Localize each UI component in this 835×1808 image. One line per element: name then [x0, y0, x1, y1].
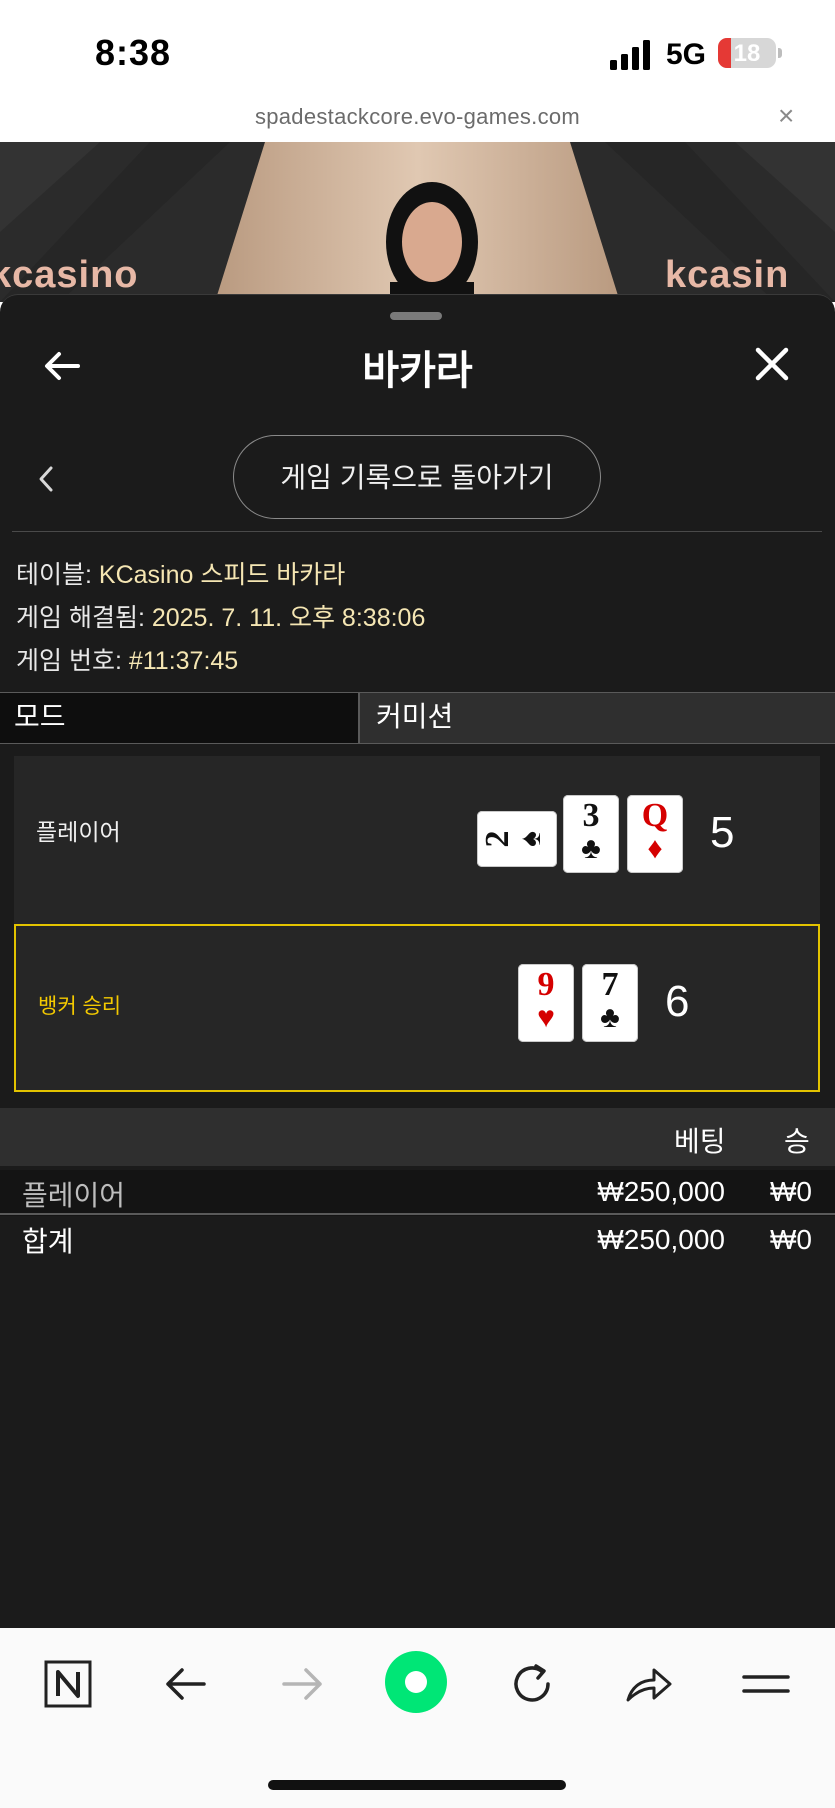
info-value: #11:37:45	[128, 647, 239, 675]
network-type: 5G	[666, 38, 707, 71]
club-icon: ♣	[600, 1001, 620, 1034]
n-logo-icon[interactable]	[44, 1660, 92, 1708]
diamond-icon: ♦	[647, 832, 663, 865]
card-rank: 7	[601, 966, 619, 1003]
banker-score: 6	[665, 977, 690, 1026]
total-bet: ₩250,000	[597, 1224, 725, 1255]
info-label: 테이블:	[16, 561, 99, 589]
signal-icon	[610, 40, 650, 70]
divider	[12, 531, 822, 532]
bet-amount: ₩250,000	[597, 1176, 725, 1207]
banker-hand-row	[14, 924, 820, 1092]
tab-mode[interactable]: 모드	[0, 693, 360, 743]
spade-icon: ♠	[514, 831, 547, 847]
battery-level: 18	[733, 40, 761, 67]
player-label: 플레이어	[36, 819, 121, 845]
forward-arrow-icon[interactable]	[278, 1660, 326, 1708]
close-icon[interactable]	[752, 344, 792, 384]
mode-tabs: 모드 커미션	[0, 692, 835, 744]
playing-card: 9 ♥	[518, 964, 574, 1042]
status-time: 8:38	[95, 32, 172, 73]
table-row: 플레이어 ₩250,000 ₩0	[0, 1170, 835, 1216]
player-hand-row	[14, 756, 820, 924]
home-circle-icon[interactable]	[384, 1650, 448, 1714]
info-game-number: 게임 번호: #11:37:45	[16, 641, 238, 677]
heart-icon: ♥	[537, 1001, 555, 1034]
battery-icon: 18	[718, 38, 776, 68]
battery-nub	[778, 48, 782, 58]
tab-commission[interactable]: 커미션	[362, 693, 835, 743]
playing-card: Q ♦	[627, 795, 683, 873]
menu-icon[interactable]	[742, 1660, 790, 1708]
home-indicator[interactable]	[268, 1780, 566, 1790]
casino-logo-right: kcasin	[665, 254, 790, 296]
card-rank: 9	[537, 966, 555, 1003]
sheet-grabber[interactable]	[390, 312, 442, 320]
bet-column-header: 베팅	[674, 1126, 726, 1157]
info-table: 테이블: KCasino 스피드 바카라	[16, 555, 345, 591]
divider	[0, 1213, 835, 1215]
total-label: 합계	[22, 1226, 74, 1257]
card-rank: Q	[641, 797, 669, 834]
player-score: 5	[710, 808, 735, 857]
playing-card: 7 ♣	[582, 964, 638, 1042]
playing-card: 3 ♣	[563, 795, 619, 873]
info-label: 게임 번호:	[16, 647, 129, 675]
total-win: ₩0	[770, 1224, 812, 1255]
club-icon: ♣	[581, 832, 601, 865]
url-close-icon[interactable]: ×	[778, 100, 794, 132]
banker-win-label: 뱅커 승리	[38, 995, 122, 1018]
win-amount: ₩0	[770, 1176, 812, 1207]
reload-icon[interactable]	[508, 1660, 556, 1708]
total-row: 합계 ₩250,000 ₩0	[0, 1218, 835, 1264]
browser-url[interactable]: spadestackcore.evo-games.com	[0, 104, 835, 130]
info-label: 게임 해결됨:	[16, 604, 152, 632]
win-column-header: 승	[784, 1126, 810, 1157]
status-bar: 8:38 5G 18	[0, 0, 835, 100]
card-rank: 2	[479, 830, 516, 848]
back-to-history-button[interactable]: 게임 기록으로 돌아가기	[233, 435, 601, 519]
casino-logo-left: kcasino	[0, 254, 139, 296]
back-arrow-icon[interactable]	[162, 1660, 210, 1708]
info-value: KCasino 스피드 바카라	[98, 561, 346, 589]
share-icon[interactable]	[624, 1660, 672, 1708]
page-title: 바카라	[362, 349, 473, 393]
info-resolved: 게임 해결됨: 2025. 7. 11. 오후 8:38:06	[16, 598, 425, 634]
info-value: 2025. 7. 11. 오후 8:38:06	[151, 604, 426, 632]
chevron-left-icon[interactable]	[36, 462, 56, 496]
card-rank: 3	[582, 797, 600, 834]
live-video: kcasino kcasin	[0, 142, 835, 302]
bet-name: 플레이어	[22, 1180, 126, 1211]
playing-card: 2 ♠	[477, 811, 557, 867]
